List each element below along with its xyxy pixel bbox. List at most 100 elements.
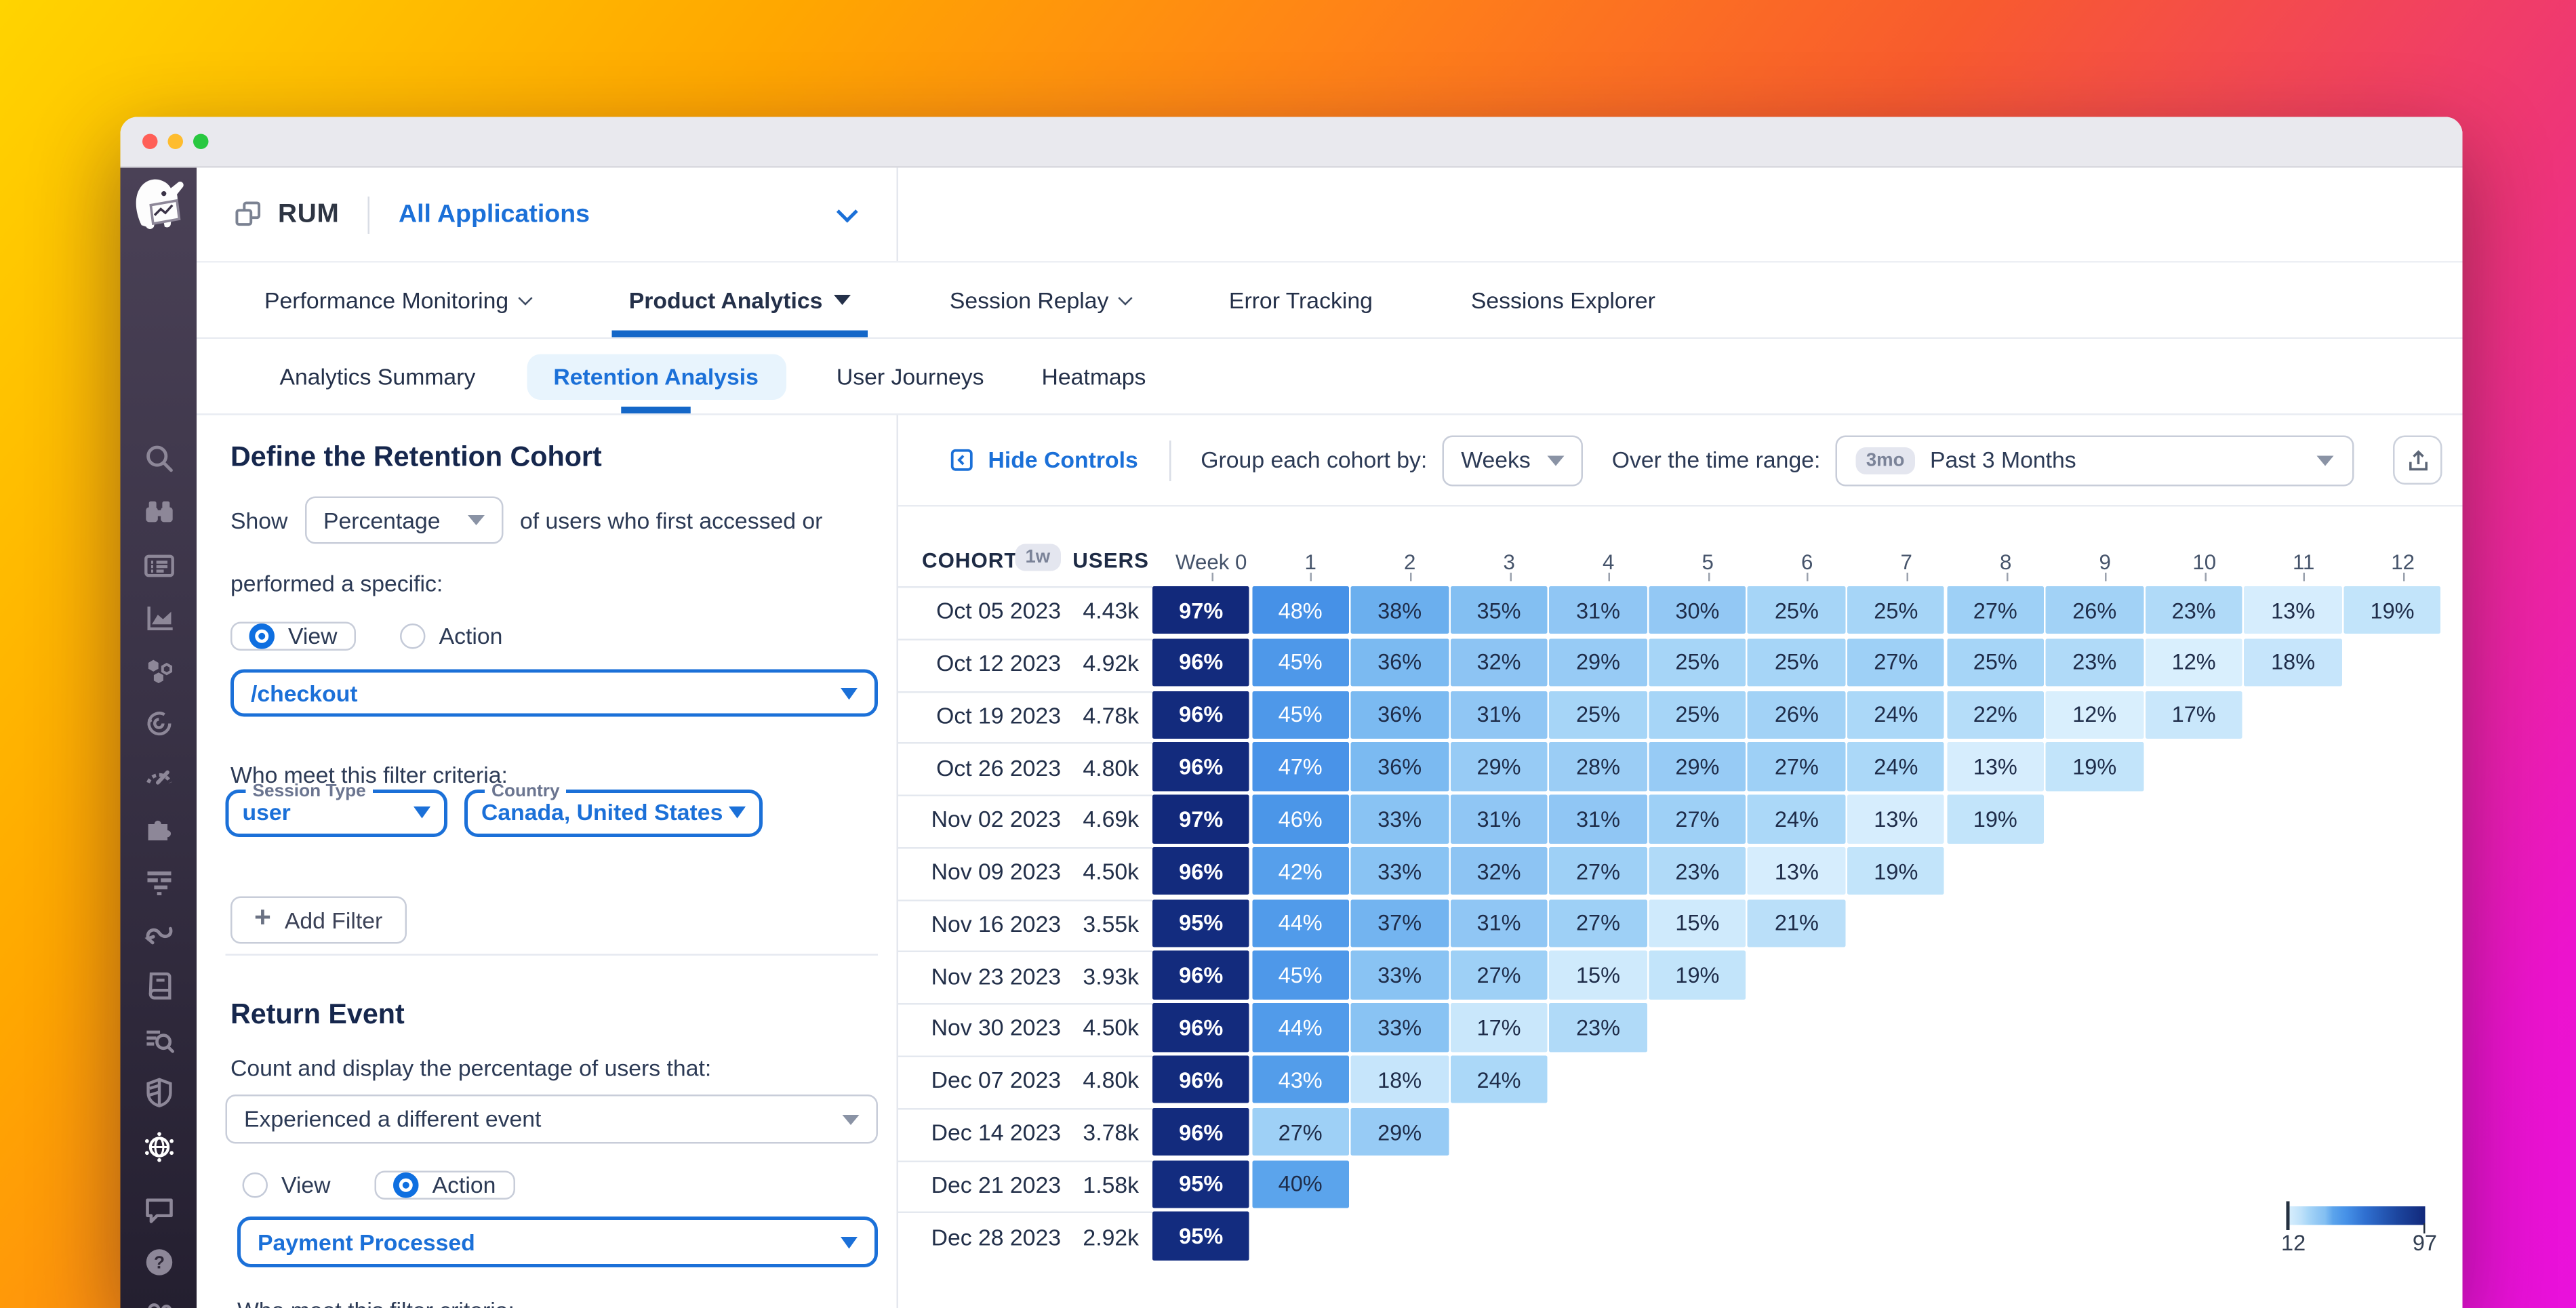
ci-pipelines-icon[interactable]: [141, 918, 177, 954]
radio-view[interactable]: View: [230, 622, 356, 651]
screenshot-stage: ? RUM All Applic: [0, 0, 2576, 1308]
retention-cell: 28%: [1550, 743, 1647, 791]
notebooks-icon[interactable]: [141, 968, 177, 1004]
retention-cell: 18%: [1351, 1056, 1448, 1104]
zoom-window-button[interactable]: [193, 134, 209, 150]
controls-divider: [1169, 440, 1171, 481]
tab-performance-monitoring[interactable]: Performance Monitoring: [261, 263, 534, 338]
cohort-date: Nov 16 2023: [898, 912, 1061, 937]
app-window: ? RUM All Applic: [121, 117, 2463, 1308]
brand-divider: [368, 196, 370, 233]
add-filter-button[interactable]: + Add Filter: [230, 897, 406, 944]
export-button[interactable]: [2393, 436, 2442, 485]
watchdog-binoculars-icon[interactable]: [141, 494, 177, 530]
retention-cell: 36%: [1351, 638, 1448, 687]
retention-cell: 17%: [1450, 1004, 1547, 1052]
group-by-value: Weeks: [1461, 447, 1531, 473]
retention-cell: 30%: [1649, 586, 1746, 634]
retention-cell: 96%: [1152, 1108, 1249, 1156]
retention-cell: 24%: [1847, 743, 1944, 791]
retention-cell: 29%: [1351, 1108, 1448, 1156]
group-by-select[interactable]: Weeks: [1443, 434, 1584, 485]
cohort-users: 3.55k: [1061, 912, 1139, 937]
retention-cell: 48%: [1251, 586, 1348, 634]
cohort-date: Oct 12 2023: [898, 651, 1061, 676]
caret-down-icon: [1548, 455, 1565, 465]
minimize-window-button[interactable]: [168, 134, 184, 150]
color-scale-legend: 12 97: [2288, 1206, 2426, 1224]
collapse-panel-icon: [949, 447, 975, 473]
apm-icon[interactable]: [141, 706, 177, 741]
metrics-chart-icon[interactable]: [141, 600, 177, 636]
retention-cell: 25%: [1748, 638, 1845, 687]
cohort-row-labels: Dec 07 20234.80k: [898, 1056, 1152, 1104]
cohort-date: Dec 28 2023: [898, 1224, 1061, 1250]
caret-down-icon: [414, 806, 430, 819]
return-event-select[interactable]: Payment Processed: [237, 1217, 878, 1267]
organization-users-icon[interactable]: [141, 1297, 177, 1308]
session-type-filter-select[interactable]: Session Type user: [226, 781, 448, 838]
hide-controls-button[interactable]: Hide Controls: [949, 447, 1138, 473]
log-explorer-icon[interactable]: [141, 1023, 177, 1059]
radio-action[interactable]: Action: [375, 1171, 515, 1200]
cohort-row: Nov 16 20233.55k95%44%37%31%27%15%21%: [898, 899, 2463, 947]
search-icon[interactable]: [141, 441, 177, 477]
feedback-chat-icon[interactable]: [141, 1192, 177, 1228]
column-tick: [2403, 573, 2405, 581]
cohort-row-labels: Dec 28 20232.92k: [898, 1212, 1152, 1260]
tab-error-tracking[interactable]: Error Tracking: [1226, 263, 1376, 338]
cohort-granularity-badge: 1w: [1015, 544, 1061, 571]
retention-cell: 31%: [1450, 899, 1547, 947]
tab-session-replay[interactable]: Session Replay: [946, 263, 1134, 338]
retention-cell: 33%: [1351, 795, 1448, 843]
cohort-users: 3.78k: [1061, 1120, 1139, 1146]
radio-action[interactable]: Action: [400, 624, 502, 649]
retention-cell: 12%: [2145, 638, 2242, 687]
dashboards-icon[interactable]: [141, 548, 177, 584]
group-by-label: Group each cohort by:: [1201, 447, 1427, 473]
week-column-header: 2: [1361, 551, 1458, 575]
time-range-badge: 3mo: [1856, 447, 1915, 474]
tab-sessions-explorer[interactable]: Sessions Explorer: [1468, 263, 1659, 338]
retention-cell: 23%: [2145, 586, 2242, 634]
chevron-down-icon: [837, 201, 858, 223]
retention-cell: 95%: [1152, 1160, 1249, 1208]
subtab-retention-analysis[interactable]: Retention Analysis: [526, 353, 786, 399]
retention-cohort-panel: Define the Retention Cohort Show Percent…: [197, 415, 898, 1308]
retention-cell: 25%: [1649, 691, 1746, 739]
integrations-puzzle-icon[interactable]: [141, 811, 177, 846]
return-event-mode-select[interactable]: Experienced a different event: [226, 1095, 879, 1144]
tab-product-analytics[interactable]: Product Analytics: [626, 263, 855, 338]
retention-cell: 27%: [1450, 952, 1547, 1000]
cohort-date: Dec 21 2023: [898, 1172, 1061, 1198]
cohort-row: Dec 14 20233.78k96%27%29%: [898, 1108, 2463, 1156]
retention-cell: 27%: [1947, 586, 2044, 634]
retention-cell: 25%: [1748, 586, 1845, 634]
radio-view[interactable]: View: [243, 1172, 331, 1198]
datadog-bits-dog-logo: [127, 173, 190, 241]
subtab-heatmaps[interactable]: Heatmaps: [1035, 353, 1153, 399]
log-pipelines-icon[interactable]: [141, 863, 177, 899]
caret-down-icon: [841, 1236, 858, 1248]
application-selector[interactable]: All Applications: [399, 200, 896, 229]
show-metric-select[interactable]: Percentage: [304, 497, 503, 544]
retention-cell: 21%: [1748, 899, 1845, 947]
cohort-row: Nov 02 20234.69k97%46%33%31%31%27%24%13%…: [898, 795, 2463, 843]
rum-globe-icon[interactable]: [141, 1129, 177, 1165]
security-shield-icon[interactable]: [141, 1075, 177, 1111]
cohort-row: Oct 05 20234.43k97%48%38%35%31%30%25%25%…: [898, 586, 2463, 634]
subtab-user-journeys[interactable]: User Journeys: [830, 353, 991, 399]
cohort-event-select[interactable]: /checkout: [230, 670, 878, 717]
retention-cell: 24%: [1450, 1056, 1547, 1104]
country-filter-select[interactable]: Country Canada, United States: [464, 781, 763, 838]
week-column-header: 11: [2255, 551, 2352, 575]
infrastructure-hexagons-icon[interactable]: [141, 653, 177, 689]
subtab-analytics-summary[interactable]: Analytics Summary: [273, 353, 483, 399]
return-event-title: Return Event: [230, 1000, 405, 1032]
help-icon[interactable]: ?: [141, 1244, 177, 1280]
close-window-button[interactable]: [142, 134, 158, 150]
caret-down-icon: [843, 1114, 860, 1124]
time-range-select[interactable]: 3mo Past 3 Months: [1836, 434, 2354, 485]
performance-gauge-icon[interactable]: [141, 758, 177, 794]
retention-cell: 25%: [1947, 638, 2044, 687]
